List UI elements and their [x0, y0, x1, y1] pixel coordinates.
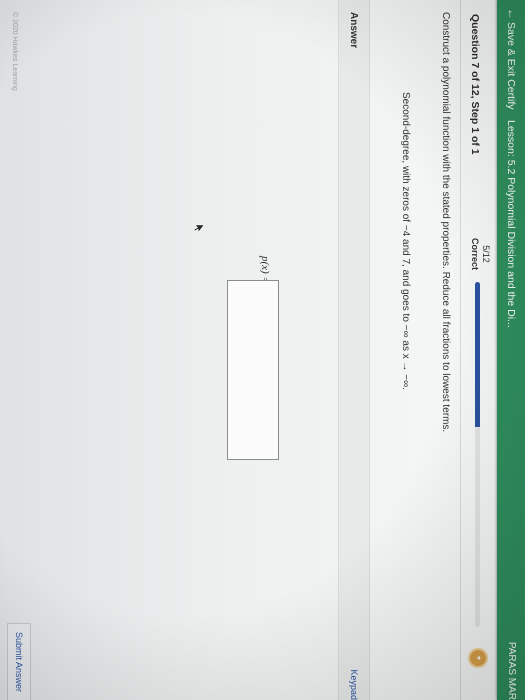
lesson-title: Lesson: 5.2 Polynomial Division and the …: [505, 120, 517, 328]
achievement-badge-icon[interactable]: ★: [468, 648, 488, 668]
score-label: Correct: [470, 238, 480, 271]
progress-bar: [475, 282, 480, 627]
score-display: 5/12 Correct: [469, 238, 491, 270]
mouse-cursor-icon: [193, 224, 205, 234]
answer-label: Answer: [348, 12, 359, 49]
photo-frame: ← Save & Exit Certify Lesson: 5.2 Polyno…: [0, 0, 525, 700]
function-properties: Second-degree, with zeros of −4 and 7, a…: [400, 92, 411, 391]
answer-input[interactable]: [227, 280, 279, 460]
submit-answer-button[interactable]: Submit Answer: [7, 622, 31, 700]
answer-band: Answer Keypad: [338, 0, 370, 700]
top-bar: ← Save & Exit Certify Lesson: 5.2 Polyno…: [497, 0, 525, 700]
keypad-button[interactable]: Keypad: [349, 669, 359, 700]
back-arrow-icon[interactable]: ←: [505, 8, 519, 20]
lesson-screen: ← Save & Exit Certify Lesson: 5.2 Polyno…: [0, 0, 525, 700]
progress-fill: [475, 282, 480, 427]
question-instruction: Construct a polynomial function with the…: [440, 12, 451, 433]
save-exit-button[interactable]: Save & Exit Certify: [505, 22, 517, 110]
score-value: 5/12: [481, 245, 491, 263]
header-divider: [460, 0, 461, 700]
copyright-text: © 2020 Hawkes Learning: [11, 12, 18, 91]
question-header: Question 7 of 12, Step 1 of 1: [469, 14, 481, 155]
user-name[interactable]: PARAS MAR: [506, 642, 517, 700]
